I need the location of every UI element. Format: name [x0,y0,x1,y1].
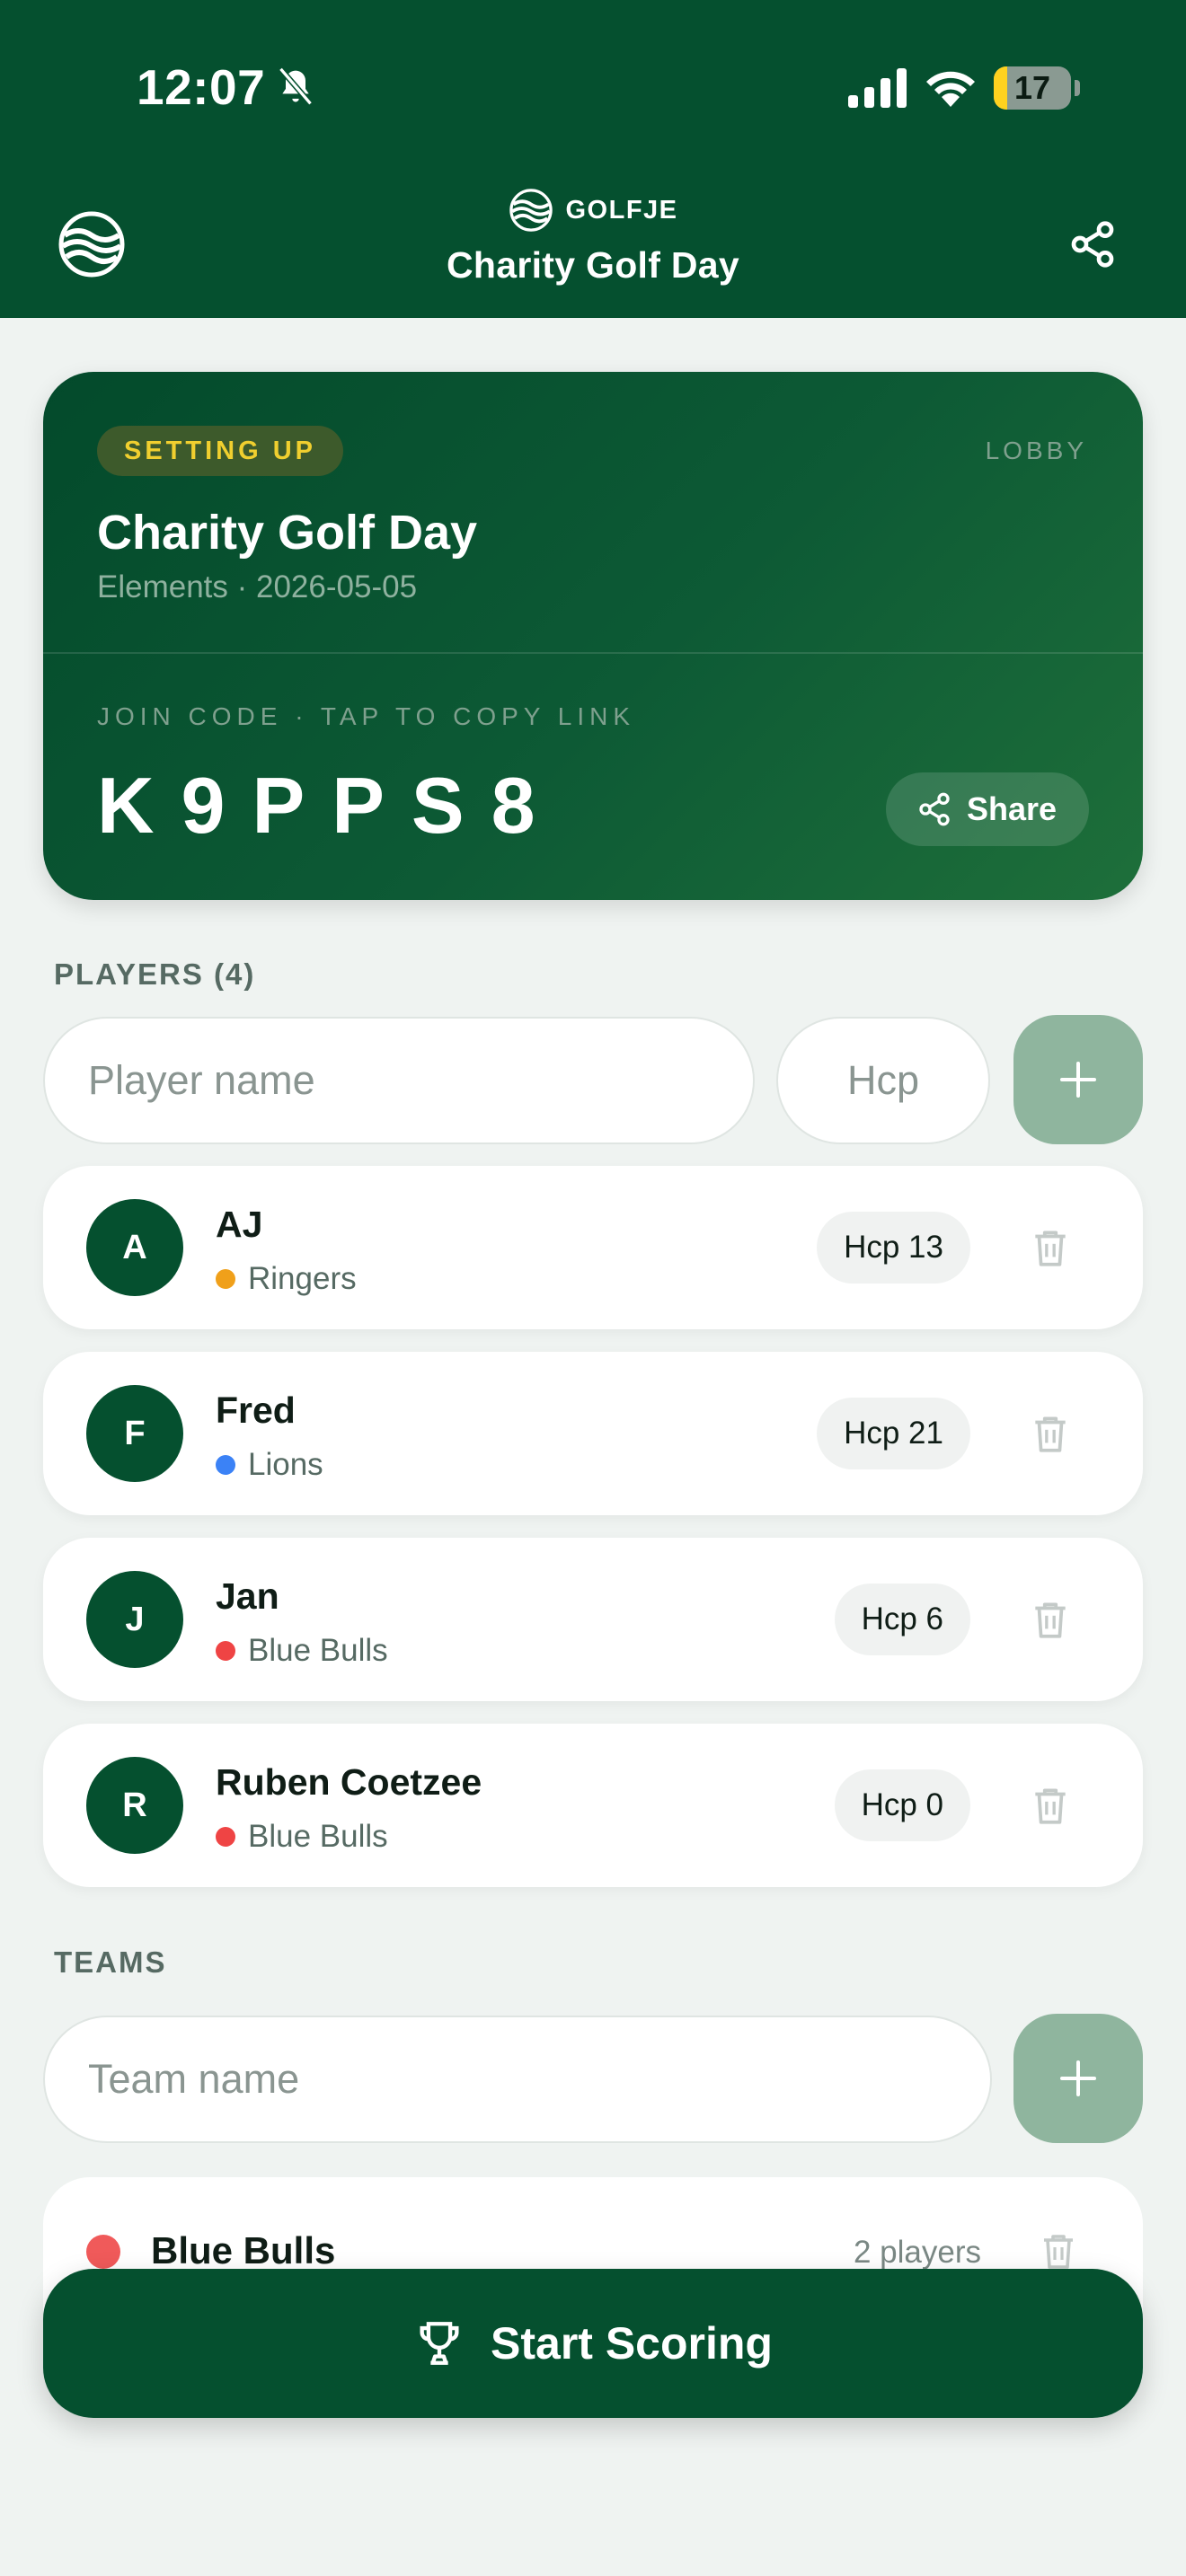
delete-player-button[interactable] [1028,1783,1073,1828]
brand-waves-icon [509,189,553,232]
signal-icon [848,68,907,108]
bell-muted-icon [279,66,314,106]
player-name: AJ [216,1204,263,1245]
player-name-input[interactable] [45,1019,753,1142]
add-team-button[interactable] [1013,2014,1143,2143]
player-team-name: Blue Bulls [248,1819,388,1854]
app-header: 12:07 17 GOLFJE Charity Golf Day [0,0,1186,318]
player-hcp-input[interactable] [778,1019,988,1142]
player-name: Fred [216,1389,296,1431]
divider [43,652,1143,654]
player-team: Blue Bulls [216,1819,388,1855]
battery-icon: 17 [994,66,1071,110]
status-time-text: 12:07 [137,59,266,115]
status-time: 12:07 [137,57,315,117]
header-share-button[interactable] [1067,219,1118,269]
player-team: Ringers [216,1261,357,1297]
join-code[interactable]: K9PPS8 [97,760,562,851]
trash-icon [1035,1788,1066,1824]
handicap-badge: Hcp 13 [817,1212,970,1284]
share-button[interactable]: Share [885,772,1089,846]
trophy-icon [420,2322,459,2365]
player-team: Blue Bulls [216,1633,388,1669]
team-color-dot [216,1455,235,1475]
player-name-field[interactable] [43,1017,755,1144]
battery-fill [994,66,1007,110]
team-color-dot [86,2235,120,2269]
team-player-count: 2 players [853,2235,981,2270]
trash-icon [1035,1231,1066,1266]
players-section-label: PLAYERS (4) [54,957,256,991]
player-card[interactable]: J Jan Blue Bulls Hcp 6 [43,1538,1143,1701]
delete-player-button[interactable] [1028,1411,1073,1456]
avatar: A [86,1199,183,1296]
delete-team-button[interactable] [1037,2229,1080,2272]
brand-logo: GOLFJE [0,187,1186,234]
team-color-dot [216,1269,235,1289]
event-subtitle: Elements · 2026-05-05 [97,569,418,604]
join-code-label: JOIN CODE · TAP TO COPY LINK [97,702,636,730]
team-color-dot [216,1827,235,1847]
plus-icon [1060,2060,1096,2096]
player-name: Jan [216,1575,279,1617]
trash-icon [1035,1416,1066,1452]
handicap-badge: Hcp 21 [817,1398,970,1469]
battery-nub [1075,80,1080,96]
handicap-badge: Hcp 0 [834,1769,970,1841]
trash-icon [1035,1602,1066,1638]
status-badge: SETTING UP [97,426,344,476]
player-team-name: Lions [248,1447,323,1482]
event-card: SETTING UP LOBBY Charity Golf Day Elemen… [43,372,1143,900]
share-icon [1071,221,1114,268]
team-name-input[interactable] [45,2017,990,2141]
teams-section-label: TEAMS [54,1945,167,1979]
player-card[interactable]: A AJ Ringers Hcp 13 [43,1166,1143,1329]
player-team-name: Ringers [248,1261,357,1296]
handicap-badge: Hcp 6 [834,1584,970,1655]
player-team-name: Blue Bulls [248,1633,388,1668]
start-scoring-button[interactable]: Start Scoring [43,2269,1143,2418]
add-player-button[interactable] [1013,1015,1143,1144]
player-card[interactable]: R Ruben Coetzee Blue Bulls Hcp 0 [43,1724,1143,1887]
avatar: F [86,1385,183,1482]
player-card[interactable]: F Fred Lions Hcp 21 [43,1352,1143,1515]
team-name: Blue Bulls [151,2229,336,2272]
page-title: Charity Golf Day [446,244,740,286]
wifi-icon [926,71,975,107]
player-name: Ruben Coetzee [216,1761,482,1803]
team-color-dot [216,1641,235,1661]
avatar: J [86,1571,183,1668]
delete-player-button[interactable] [1028,1597,1073,1642]
player-hcp-field[interactable] [776,1017,990,1144]
brand-name: GOLFJE [565,195,678,225]
battery-level: 17 [1013,69,1051,106]
event-title: Charity Golf Day [97,506,478,560]
share-icon [919,792,950,826]
team-name-field[interactable] [43,2016,992,2143]
trash-icon [1044,2235,1073,2269]
status-icons: 17 [848,63,1080,113]
start-scoring-label: Start Scoring [491,2318,773,2369]
share-button-label: Share [966,790,1057,827]
avatar: R [86,1757,183,1854]
delete-player-button[interactable] [1028,1225,1073,1270]
plus-icon [1060,1062,1096,1098]
player-team: Lions [216,1447,323,1483]
stage-label: LOBBY [985,437,1087,464]
